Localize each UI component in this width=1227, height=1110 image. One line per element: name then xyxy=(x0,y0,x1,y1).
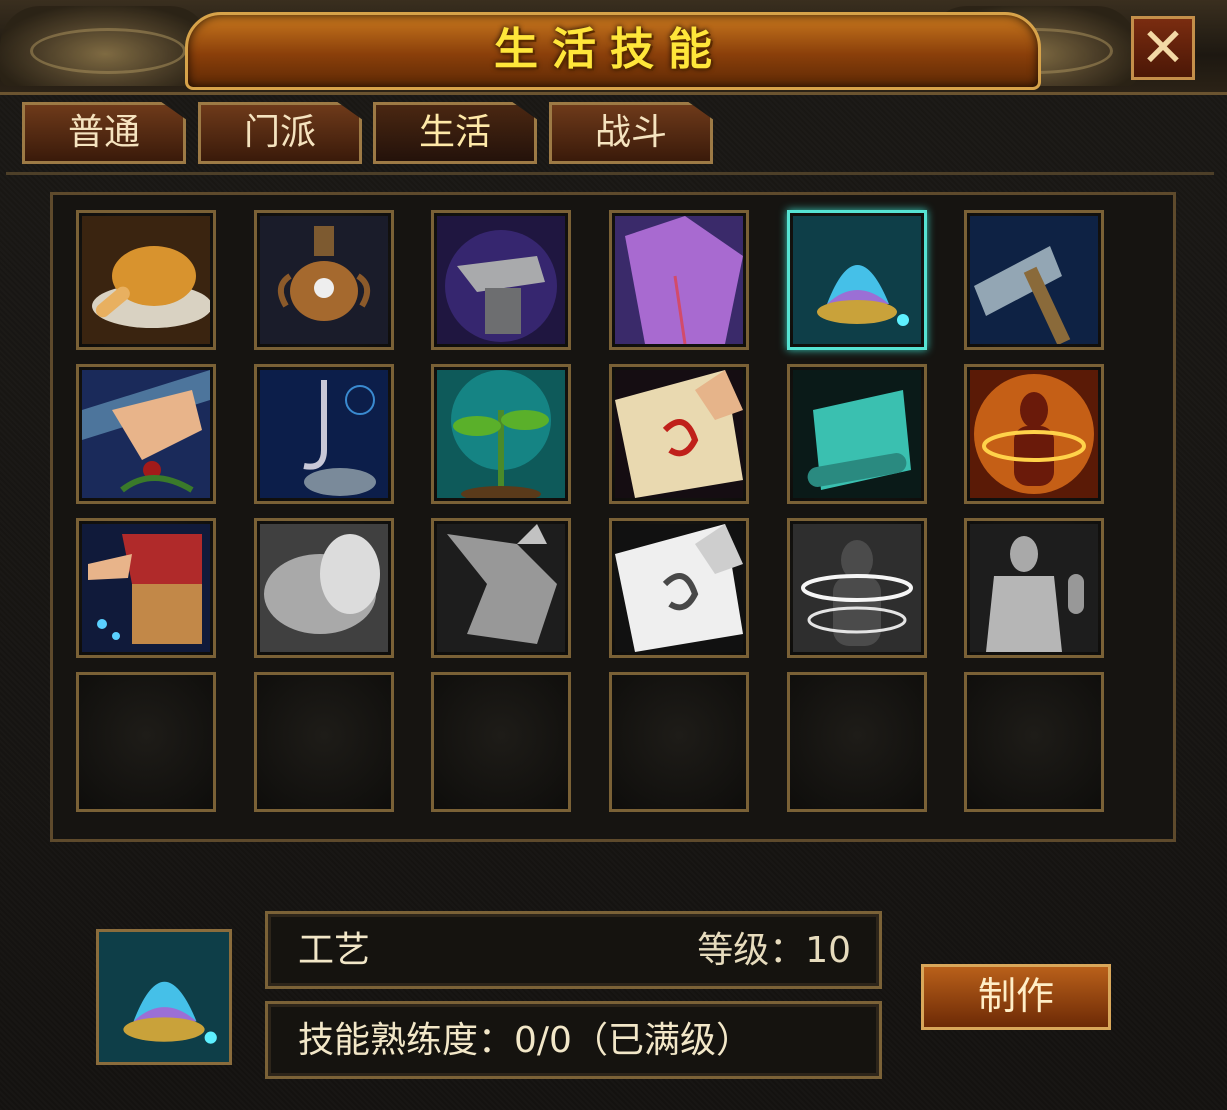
skill-slot[interactable] xyxy=(787,518,927,658)
seedling-icon xyxy=(437,370,565,498)
skill-slot[interactable] xyxy=(254,364,394,504)
skill-slot[interactable] xyxy=(431,210,571,350)
skill-name-box: 工艺 等级：10 xyxy=(265,911,882,989)
mining-pickaxe-icon xyxy=(970,216,1098,344)
left-ornament-icon xyxy=(0,6,210,86)
anvil-icon xyxy=(437,216,565,344)
close-button[interactable]: ✕ xyxy=(1131,16,1195,80)
skill-level: 等级：10 xyxy=(697,930,851,971)
make-button[interactable]: 制作 xyxy=(921,964,1111,1030)
skill-slot[interactable] xyxy=(609,210,749,350)
skill-slot[interactable] xyxy=(787,210,927,350)
skill-slot[interactable] xyxy=(964,518,1104,658)
tab-combat[interactable]: 战斗 xyxy=(549,102,713,164)
skill-proficiency: 技能熟练度：0/0（已满级） xyxy=(298,1020,752,1061)
tab-life[interactable]: 生活 xyxy=(373,102,537,164)
embroidery-icon xyxy=(82,524,210,652)
alchemy-furnace-icon xyxy=(260,216,388,344)
skill-grid xyxy=(50,192,1176,842)
skill-slot[interactable] xyxy=(431,518,571,658)
skill-slot[interactable] xyxy=(609,364,749,504)
herb-picking-icon xyxy=(82,370,210,498)
empty-skill-slot[interactable] xyxy=(964,672,1104,812)
skill-slot[interactable] xyxy=(964,364,1104,504)
crafting-orb-icon xyxy=(793,216,921,344)
stone-carving-icon xyxy=(260,524,388,652)
skill-slot[interactable] xyxy=(254,210,394,350)
empty-skill-slot[interactable] xyxy=(76,672,216,812)
wind-aura-body-icon xyxy=(793,524,921,652)
skill-slot[interactable] xyxy=(76,518,216,658)
muscle-body-icon xyxy=(970,524,1098,652)
skill-slot[interactable] xyxy=(964,210,1104,350)
skill-slot[interactable] xyxy=(76,210,216,350)
talisman-scroll-icon xyxy=(615,524,743,652)
life-skills-window: 生活技能 ✕ 普通 门派 生活 战斗 工艺 等级：10 技能熟练度：0/0（已满… xyxy=(0,0,1227,1110)
talisman-scroll-icon xyxy=(615,370,743,498)
jade-scroll-icon xyxy=(793,370,921,498)
proficiency-box: 技能熟练度：0/0（已满级） xyxy=(265,1001,882,1079)
skill-slot[interactable] xyxy=(431,364,571,504)
empty-skill-slot[interactable] xyxy=(254,672,394,812)
empty-skill-slot[interactable] xyxy=(787,672,927,812)
empty-skill-slot[interactable] xyxy=(609,672,749,812)
skill-slot[interactable] xyxy=(76,364,216,504)
title-bar: 生活技能 xyxy=(0,0,1227,95)
skill-name: 工艺 xyxy=(298,930,371,971)
tab-general[interactable]: 普通 xyxy=(22,102,186,164)
selected-skill-icon xyxy=(96,929,232,1065)
tailoring-robe-icon xyxy=(615,216,743,344)
fire-aura-body-icon xyxy=(970,370,1098,498)
crafting-orb-icon xyxy=(99,932,229,1062)
roast-chicken-icon xyxy=(82,216,210,344)
tab-sect[interactable]: 门派 xyxy=(198,102,362,164)
skill-slot[interactable] xyxy=(254,518,394,658)
skill-slot[interactable] xyxy=(787,364,927,504)
window-title: 生活技能 xyxy=(494,24,726,75)
empty-skill-slot[interactable] xyxy=(431,672,571,812)
fishing-hook-icon xyxy=(260,370,388,498)
skill-slot[interactable] xyxy=(609,518,749,658)
roast-bird-icon xyxy=(437,524,565,652)
